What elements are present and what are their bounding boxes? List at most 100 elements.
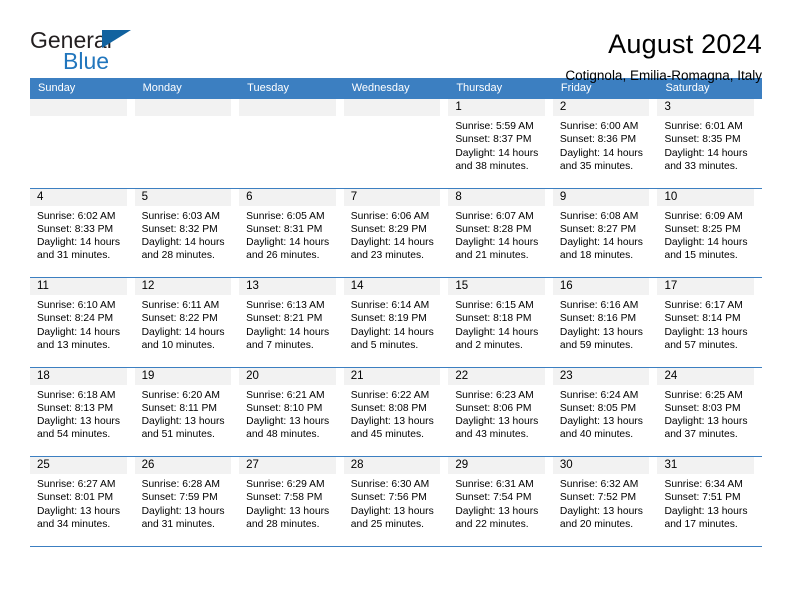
sunrise-text: Sunrise: 6:23 AM <box>455 389 534 401</box>
sunset-text: Sunset: 8:11 PM <box>141 402 217 414</box>
title-block: August 2024 Cotignola, Emilia-Romagna, I… <box>565 28 762 84</box>
calendar-day-cell[interactable]: 23 Sunrise: 6:24 AM Sunset: 8:05 PM Dayligh… <box>552 367 658 457</box>
general-blue-logo[interactable]: General Blue <box>30 28 230 84</box>
calendar-day-cell[interactable]: 22 Sunrise: 6:23 AM Sunset: 8:06 PM Dayligh… <box>448 367 553 456</box>
calendar-day-cell[interactable]: 25 Sunrise: 6:27 AM Sunset: 8:01 PM Dayligh… <box>30 457 135 546</box>
day-cell-details: Sunrise: 6:11 AM Sunset: 8:22 PM Daylight:… <box>135 295 232 352</box>
calendar-week-row: 1 Sunrise: 5:59 AM Sunset: 8:37 PM Daylight… <box>30 99 763 189</box>
daylight-text-line2: and 15 minutes. <box>664 250 738 262</box>
calendar-day-cell[interactable]: 4 Sunrise: 6:02 AM Sunset: 8:33 PM Daylight… <box>30 188 135 277</box>
sunrise-text: Sunrise: 6:27 AM <box>37 479 116 490</box>
day-cell-inner: 23 Sunrise: 6:24 AM Sunset: 8:05 PM Dayligh… <box>552 367 650 457</box>
day-number: 25 <box>30 457 127 474</box>
calendar-day-cell[interactable]: 17 Sunrise: 6:17 AM Sunset: 8:14 PM Dayligh… <box>657 278 763 367</box>
calendar-day-cell[interactable]: 7 Sunrise: 6:06 AM Sunset: 8:29 PM Daylight… <box>343 188 449 277</box>
sunrise-text: Sunrise: 6:09 AM <box>664 210 743 222</box>
day-cell-details: Sunrise: 6:18 AM Sunset: 8:13 PM Daylight:… <box>30 385 127 442</box>
calendar-week-row: 18 Sunrise: 6:18 AM Sunset: 8:13 PM Dayligh… <box>30 367 763 457</box>
daylight-text-line1: Daylight: 14 hours <box>664 147 748 159</box>
day-cell-inner: 25 Sunrise: 6:27 AM Sunset: 8:01 PM Dayligh… <box>30 457 127 546</box>
sunrise-text: Sunrise: 6:16 AM <box>559 300 639 311</box>
daylight-text-line1: Daylight: 13 hours <box>664 326 748 338</box>
sunset-text: Sunset: 8:35 PM <box>664 134 741 146</box>
daylight-text-line1: Daylight: 14 hours <box>37 237 120 249</box>
calendar-week-row: 25 Sunrise: 6:27 AM Sunset: 8:01 PM Dayligh… <box>30 457 763 547</box>
sunset-text: Sunset: 8:29 PM <box>350 223 427 235</box>
sunset-text: Sunset: 8:37 PM <box>455 134 532 146</box>
day-cell-details: Sunrise: 6:06 AM Sunset: 8:29 PM Daylight:… <box>344 206 441 263</box>
day-cell-inner: 30 Sunrise: 6:32 AM Sunset: 7:52 PM Dayligh… <box>552 457 650 546</box>
weekday-header-friday: Friday <box>560 82 592 94</box>
sunset-text: Sunset: 7:56 PM <box>350 492 427 504</box>
calendar-day-cell[interactable]: 11 Sunrise: 6:10 AM Sunset: 8:24 PM Dayligh… <box>30 278 135 367</box>
calendar-day-cell[interactable]: 15 Sunrise: 6:15 AM Sunset: 8:18 PM Dayligh… <box>448 278 553 367</box>
calendar-day-cell[interactable]: 14 Sunrise: 6:14 AM Sunset: 8:19 PM Dayligh… <box>343 278 449 367</box>
daylight-text-line2: and 20 minutes. <box>559 518 634 530</box>
calendar-day-cell[interactable]: 3 Sunrise: 6:01 AM Sunset: 8:35 PM Daylight… <box>657 99 763 188</box>
calendar-day-cell[interactable]: 6 Sunrise: 6:05 AM Sunset: 8:31 PM Daylight… <box>239 188 344 277</box>
sunrise-text: Sunrise: 6:18 AM <box>37 389 116 401</box>
sunrise-text: Sunrise: 6:02 AM <box>37 210 116 222</box>
logo-triangle-icon <box>102 30 131 48</box>
day-cell-details: Sunrise: 6:24 AM Sunset: 8:05 PM Daylight:… <box>553 385 650 442</box>
day-cell-inner: 11 Sunrise: 6:10 AM Sunset: 8:24 PM Dayligh… <box>30 278 127 367</box>
day-cell-inner: 18 Sunrise: 6:18 AM Sunset: 8:13 PM Dayligh… <box>30 367 127 457</box>
calendar-page: General Blue August 2024 Cotignola, Emil… <box>0 0 792 612</box>
daylight-text-line1: Daylight: 14 hours <box>559 147 643 159</box>
day-number <box>134 99 232 116</box>
calendar-day-cell[interactable]: 5 Sunrise: 6:03 AM Sunset: 8:32 PM Daylight… <box>134 188 240 278</box>
day-cell-inner <box>343 99 441 188</box>
calendar-day-cell[interactable]: 20 Sunrise: 6:21 AM Sunset: 8:10 PM Dayligh… <box>239 367 344 457</box>
daylight-text-line2: and 25 minutes. <box>350 518 425 530</box>
day-cell-details: Sunrise: 5:59 AM Sunset: 8:37 PM Daylight:… <box>448 116 545 173</box>
sunset-text: Sunset: 8:06 PM <box>455 402 532 414</box>
daylight-text-line1: Daylight: 14 hours <box>559 237 643 249</box>
day-cell-details: Sunrise: 6:00 AM Sunset: 8:36 PM Daylight:… <box>553 116 650 173</box>
calendar-day-cell[interactable]: 19 Sunrise: 6:20 AM Sunset: 8:11 PM Dayligh… <box>134 367 240 457</box>
day-cell-details: Sunrise: 6:14 AM Sunset: 8:19 PM Daylight:… <box>344 295 441 352</box>
sunset-text: Sunset: 8:27 PM <box>559 223 637 235</box>
day-cell-inner: 20 Sunrise: 6:21 AM Sunset: 8:10 PM Dayligh… <box>239 367 336 457</box>
daylight-text-line2: and 7 minutes. <box>246 339 314 351</box>
calendar-day-cell-empty <box>30 99 135 188</box>
sunset-text: Sunset: 7:51 PM <box>664 492 741 504</box>
sunset-text: Sunset: 8:28 PM <box>455 223 532 235</box>
calendar-day-cell[interactable]: 30 Sunrise: 6:32 AM Sunset: 7:52 PM Dayligh… <box>552 457 658 546</box>
calendar-day-cell[interactable]: 12 Sunrise: 6:11 AM Sunset: 8:22 PM Dayligh… <box>134 278 240 367</box>
sunset-text: Sunset: 8:25 PM <box>664 223 741 235</box>
weekday-header-thursday: Thursday <box>456 82 503 94</box>
daylight-text-line1: Daylight: 13 hours <box>350 505 434 517</box>
calendar-week-row: 4 Sunrise: 6:02 AM Sunset: 8:33 PM Daylight… <box>30 188 763 278</box>
calendar-day-cell[interactable]: 31 Sunrise: 6:34 AM Sunset: 7:51 PM Dayligh… <box>657 457 763 546</box>
calendar-day-cell[interactable]: 26 Sunrise: 6:28 AM Sunset: 7:59 PM Dayligh… <box>134 457 240 546</box>
calendar-day-cell[interactable]: 16 Sunrise: 6:16 AM Sunset: 8:16 PM Dayligh… <box>552 278 658 367</box>
calendar-day-cell[interactable]: 13 Sunrise: 6:13 AM Sunset: 8:21 PM Dayligh… <box>239 278 344 367</box>
calendar-day-cell[interactable]: 2 Sunrise: 6:00 AM Sunset: 8:36 PM Daylight… <box>552 99 658 188</box>
daylight-text-line1: Daylight: 13 hours <box>141 505 225 517</box>
daylight-text-line2: and 28 minutes. <box>246 518 320 530</box>
day-cell-inner: 17 Sunrise: 6:17 AM Sunset: 8:14 PM Dayligh… <box>657 278 755 367</box>
day-number: 27 <box>239 457 336 474</box>
calendar-day-cell-empty <box>239 99 344 188</box>
day-cell-details: Sunrise: 6:17 AM Sunset: 8:14 PM Daylight:… <box>657 295 754 352</box>
daylight-text-line1: Daylight: 14 hours <box>455 237 539 249</box>
calendar-day-cell[interactable]: 8 Sunrise: 6:07 AM Sunset: 8:28 PM Daylight… <box>448 188 553 277</box>
calendar-day-cell[interactable]: 27 Sunrise: 6:29 AM Sunset: 7:58 PM Dayligh… <box>239 457 344 546</box>
calendar-day-cell[interactable]: 24 Sunrise: 6:25 AM Sunset: 8:03 PM Dayligh… <box>657 367 763 456</box>
day-cell-inner: 5 Sunrise: 6:03 AM Sunset: 8:32 PM Daylight… <box>134 188 232 278</box>
calendar-day-cell[interactable]: 10 Sunrise: 6:09 AM Sunset: 8:25 PM Dayligh… <box>657 188 763 278</box>
calendar-day-cell[interactable]: 28 Sunrise: 6:30 AM Sunset: 7:56 PM Dayligh… <box>343 457 449 546</box>
calendar-day-cell[interactable]: 18 Sunrise: 6:18 AM Sunset: 8:13 PM Dayligh… <box>30 367 135 457</box>
sunset-text: Sunset: 8:32 PM <box>141 223 218 235</box>
calendar-day-cell[interactable]: 1 Sunrise: 5:59 AM Sunset: 8:37 PM Daylight… <box>448 99 553 188</box>
day-number: 2 <box>552 99 650 116</box>
calendar-day-cell[interactable]: 21 Sunrise: 6:22 AM Sunset: 8:08 PM Dayligh… <box>343 367 449 456</box>
sunrise-text: Sunrise: 6:01 AM <box>664 121 743 132</box>
sunrise-text: Sunrise: 6:32 AM <box>559 479 639 490</box>
calendar-day-cell[interactable]: 9 Sunrise: 6:08 AM Sunset: 8:27 PM Daylight… <box>552 188 658 277</box>
day-cell-inner: 10 Sunrise: 6:09 AM Sunset: 8:25 PM Dayligh… <box>657 188 755 278</box>
calendar-day-cell[interactable]: 29 Sunrise: 6:31 AM Sunset: 7:54 PM Dayligh… <box>448 457 553 546</box>
day-cell-inner: 19 Sunrise: 6:20 AM Sunset: 8:11 PM Dayligh… <box>134 367 232 457</box>
daylight-text-line2: and 31 minutes. <box>37 250 111 262</box>
day-number: 7 <box>343 188 441 206</box>
